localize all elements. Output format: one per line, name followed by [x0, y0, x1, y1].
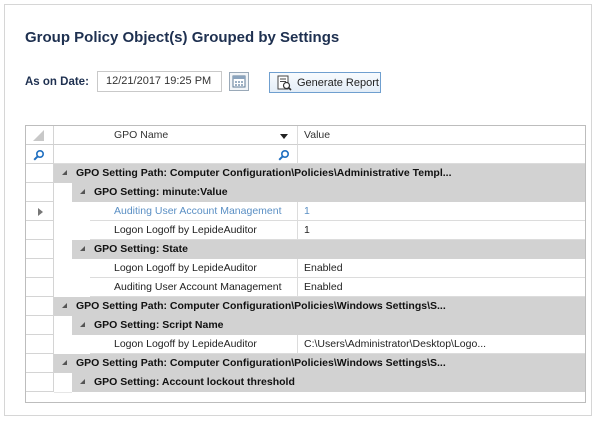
row-indicator[interactable] [26, 164, 54, 183]
group-header[interactable]: GPO Setting: minute:Value [72, 183, 585, 202]
group-header[interactable]: GPO Setting Path: Computer Configuration… [54, 354, 585, 373]
value-cell[interactable]: 1 [297, 221, 585, 240]
row-indent [54, 259, 90, 279]
group-header-label: GPO Setting: minute:Value [94, 186, 228, 198]
group-header-label: GPO Setting: Account lockout threshold [94, 376, 295, 388]
group-header-label: GPO Setting: Script Name [94, 319, 224, 331]
generate-report-label: Generate Report [297, 77, 379, 89]
group-header[interactable]: GPO Setting: State [72, 240, 585, 259]
gpo-name-header-label: GPO Name [114, 129, 169, 141]
date-input[interactable]: 12/21/2017 19:25 PM [97, 71, 222, 92]
table-row[interactable]: Logon Logoff by LepideAuditor 1 [26, 221, 585, 241]
collapse-arrow-icon[interactable] [80, 246, 85, 251]
table-row[interactable]: Logon Logoff by LepideAuditor Enabled [26, 259, 585, 279]
collapse-arrow-icon[interactable] [80, 322, 85, 327]
value-cell[interactable]: Enabled [297, 278, 585, 297]
row-indicator[interactable] [26, 335, 54, 354]
gpo-name-cell[interactable]: Logon Logoff by LepideAuditor [90, 221, 297, 240]
group-row-setting[interactable]: GPO Setting: State [26, 240, 585, 260]
sort-dropdown-icon[interactable] [279, 131, 289, 141]
row-indent [54, 221, 90, 241]
row-indicator[interactable] [26, 373, 54, 392]
group-row-setting[interactable]: GPO Setting: minute:Value [26, 183, 585, 203]
page-title: Group Policy Object(s) Grouped by Settin… [25, 29, 340, 46]
report-panel: Group Policy Object(s) Grouped by Settin… [4, 4, 592, 416]
value-filter-input[interactable] [297, 145, 585, 164]
column-header-gpo-name[interactable]: GPO Name [54, 126, 297, 145]
group-indent [54, 240, 72, 260]
grid-filter-row [26, 145, 585, 164]
row-indicator[interactable] [26, 202, 54, 221]
row-indent [54, 335, 90, 355]
row-indicator[interactable] [26, 259, 54, 278]
grid-header-row: GPO Name Value [26, 126, 585, 145]
filter-row-indicator [26, 145, 54, 164]
search-icon [33, 149, 45, 161]
group-header[interactable]: GPO Setting: Script Name [72, 316, 585, 335]
gpo-name-cell[interactable]: Auditing User Account Management [90, 278, 297, 297]
column-header-value[interactable]: Value [297, 126, 585, 145]
value-header-label: Value [304, 129, 331, 141]
gpo-name-cell[interactable]: Logon Logoff by LepideAuditor [90, 335, 297, 354]
group-header[interactable]: GPO Setting Path: Computer Configuration… [54, 164, 585, 183]
current-row-icon [38, 208, 43, 216]
gpo-name-cell[interactable]: Logon Logoff by LepideAuditor [90, 259, 297, 278]
group-indent [54, 183, 72, 203]
group-row-setting-path[interactable]: GPO Setting Path: Computer Configuration… [26, 354, 585, 373]
collapse-arrow-icon[interactable] [62, 170, 67, 175]
group-header-label: GPO Setting Path: Computer Configuration… [76, 300, 446, 312]
calendar-button[interactable] [229, 72, 249, 91]
row-indicator[interactable] [26, 354, 54, 373]
row-indicator[interactable] [26, 221, 54, 240]
group-indent [54, 316, 72, 336]
group-row-setting-path[interactable]: GPO Setting Path: Computer Configuration… [26, 297, 585, 316]
group-header-label: GPO Setting Path: Computer Configuration… [76, 167, 452, 179]
row-indicator[interactable] [26, 183, 54, 202]
collapse-arrow-icon[interactable] [80, 189, 85, 194]
gpo-name-filter-input[interactable] [54, 145, 297, 164]
generate-report-button[interactable]: Generate Report [269, 72, 381, 93]
group-row-setting[interactable]: GPO Setting: Account lockout threshold [26, 373, 585, 393]
row-indicator[interactable] [26, 297, 54, 316]
row-indicator[interactable] [26, 240, 54, 259]
row-indicator[interactable] [26, 278, 54, 297]
row-indicator[interactable] [26, 316, 54, 335]
corner-triangle-icon [33, 130, 44, 141]
group-indent [54, 373, 72, 393]
table-row[interactable]: Logon Logoff by LepideAuditor C:\Users\Ad… [26, 335, 585, 355]
gpo-grid: GPO Name Value GPO Setting Path: Compute… [25, 125, 586, 403]
row-indent [54, 202, 90, 222]
value-cell[interactable]: Enabled [297, 259, 585, 278]
collapse-arrow-icon[interactable] [80, 379, 85, 384]
group-header-label: GPO Setting Path: Computer Configuration… [76, 357, 446, 369]
group-row-setting-path[interactable]: GPO Setting Path: Computer Configuration… [26, 164, 585, 183]
group-header[interactable]: GPO Setting: Account lockout threshold [72, 373, 585, 392]
report-icon [277, 75, 292, 91]
collapse-arrow-icon[interactable] [62, 303, 67, 308]
gpo-name-cell[interactable]: Auditing User Account Management [90, 202, 297, 221]
calendar-icon [232, 75, 246, 88]
value-cell[interactable]: 1 [297, 202, 585, 221]
collapse-arrow-icon[interactable] [62, 360, 67, 365]
row-indent [54, 278, 90, 298]
as-on-date-label: As on Date: [25, 76, 89, 88]
table-row[interactable]: Auditing User Account Management 1 [26, 202, 585, 222]
group-header[interactable]: GPO Setting Path: Computer Configuration… [54, 297, 585, 316]
search-icon [278, 149, 290, 161]
select-all-corner[interactable] [26, 126, 54, 145]
group-row-setting[interactable]: GPO Setting: Script Name [26, 316, 585, 336]
table-row[interactable]: Auditing User Account Management Enabled [26, 278, 585, 298]
value-cell[interactable]: C:\Users\Administrator\Desktop\Logo... [297, 335, 585, 354]
group-header-label: GPO Setting: State [94, 243, 188, 255]
